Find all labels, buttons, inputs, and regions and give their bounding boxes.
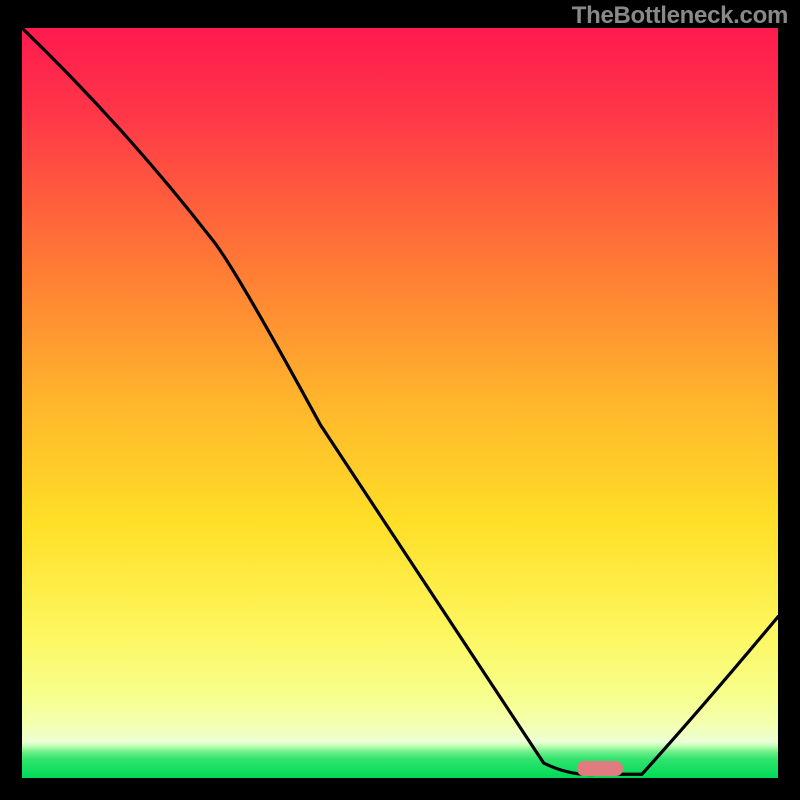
- plot-area: [22, 28, 778, 778]
- bottleneck-curve: [22, 28, 778, 778]
- watermark-text: TheBottleneck.com: [572, 2, 788, 30]
- chart-root: TheBottleneck.com: [0, 0, 800, 800]
- optimal-marker: [577, 761, 623, 776]
